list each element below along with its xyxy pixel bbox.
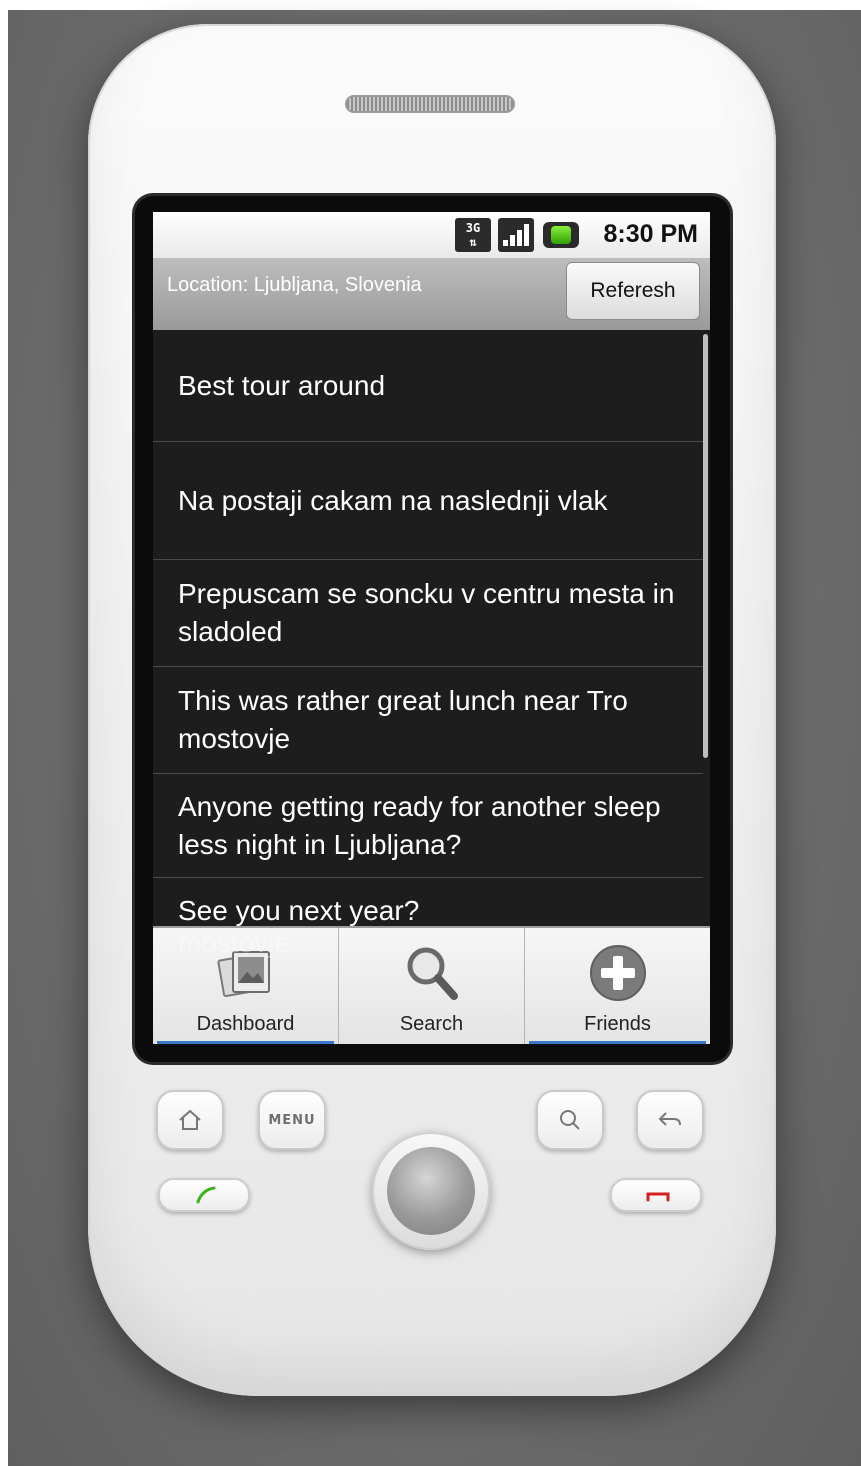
back-icon [658,1112,681,1126]
list-item[interactable]: Best tour around [153,330,703,442]
add-icon [589,945,646,1001]
tab-label: Friends [584,1013,651,1035]
menu-button-label: MENU [268,1112,316,1128]
menu-button[interactable]: MENU [258,1090,326,1150]
location-header: Location: Ljubljana, Slovenia Referesh [153,258,710,330]
scrollbar[interactable] [703,334,708,758]
phone-screen: 3G ⇅ 8:30 PM Location: Ljubljana, Sloven… [153,212,710,1044]
tab-friends[interactable]: Friends [525,928,710,1044]
battery-icon [543,222,579,248]
home-button[interactable] [156,1090,224,1150]
status-bar: 3G ⇅ 8:30 PM [153,212,710,258]
signal-icon [498,218,534,252]
list-item[interactable]: This was rather great lunch near Tro mos… [153,667,703,774]
tab-search[interactable]: Search [339,928,525,1044]
network-badge: 3G [465,221,481,235]
feed-list[interactable]: Best tour around Na postaji cakam na nas… [153,330,710,940]
search-icon [560,1110,580,1130]
list-item-text: Na postaji cakam na naslednji vlak [178,484,608,516]
tab-indicator [157,1041,334,1044]
list-item[interactable]: Na postaji cakam na naslednji vlak [153,442,703,560]
call-button[interactable] [158,1178,250,1212]
list-item-text: Anyone getting ready for another sleep l… [178,790,661,860]
end-call-icon [646,1192,670,1202]
home-icon [179,1109,201,1130]
trackball[interactable] [387,1147,475,1235]
3g-icon: 3G ⇅ [455,218,491,252]
speaker-grille [345,95,515,113]
tab-indicator [529,1041,706,1044]
list-item-text: This was rather great lunch near Tro mos… [178,685,628,754]
data-arrows-icon: ⇅ [469,235,477,249]
list-item-text: See you next year? [178,895,420,926]
tab-label: Search [399,1013,464,1035]
call-icon [196,1186,216,1204]
search-icon [407,947,458,1000]
overlapping-text: mostovje [178,927,291,958]
list-item[interactable]: Anyone getting ready for another sleep l… [153,774,703,878]
refresh-button[interactable]: Referesh [566,262,700,320]
tab-label: Dashboard [196,1013,295,1035]
list-item-text: Best tour around [178,369,386,401]
back-button[interactable] [636,1090,704,1150]
status-time: 8:30 PM [603,220,698,248]
list-item[interactable]: Prepuscam se soncku v centru mesta in sl… [153,560,703,667]
end-call-button[interactable] [610,1178,702,1212]
location-label: Location: Ljubljana, Slovenia [167,274,422,296]
search-hw-button[interactable] [536,1090,604,1150]
list-item-text: Prepuscam se soncku v centru mesta in sl… [178,578,675,647]
